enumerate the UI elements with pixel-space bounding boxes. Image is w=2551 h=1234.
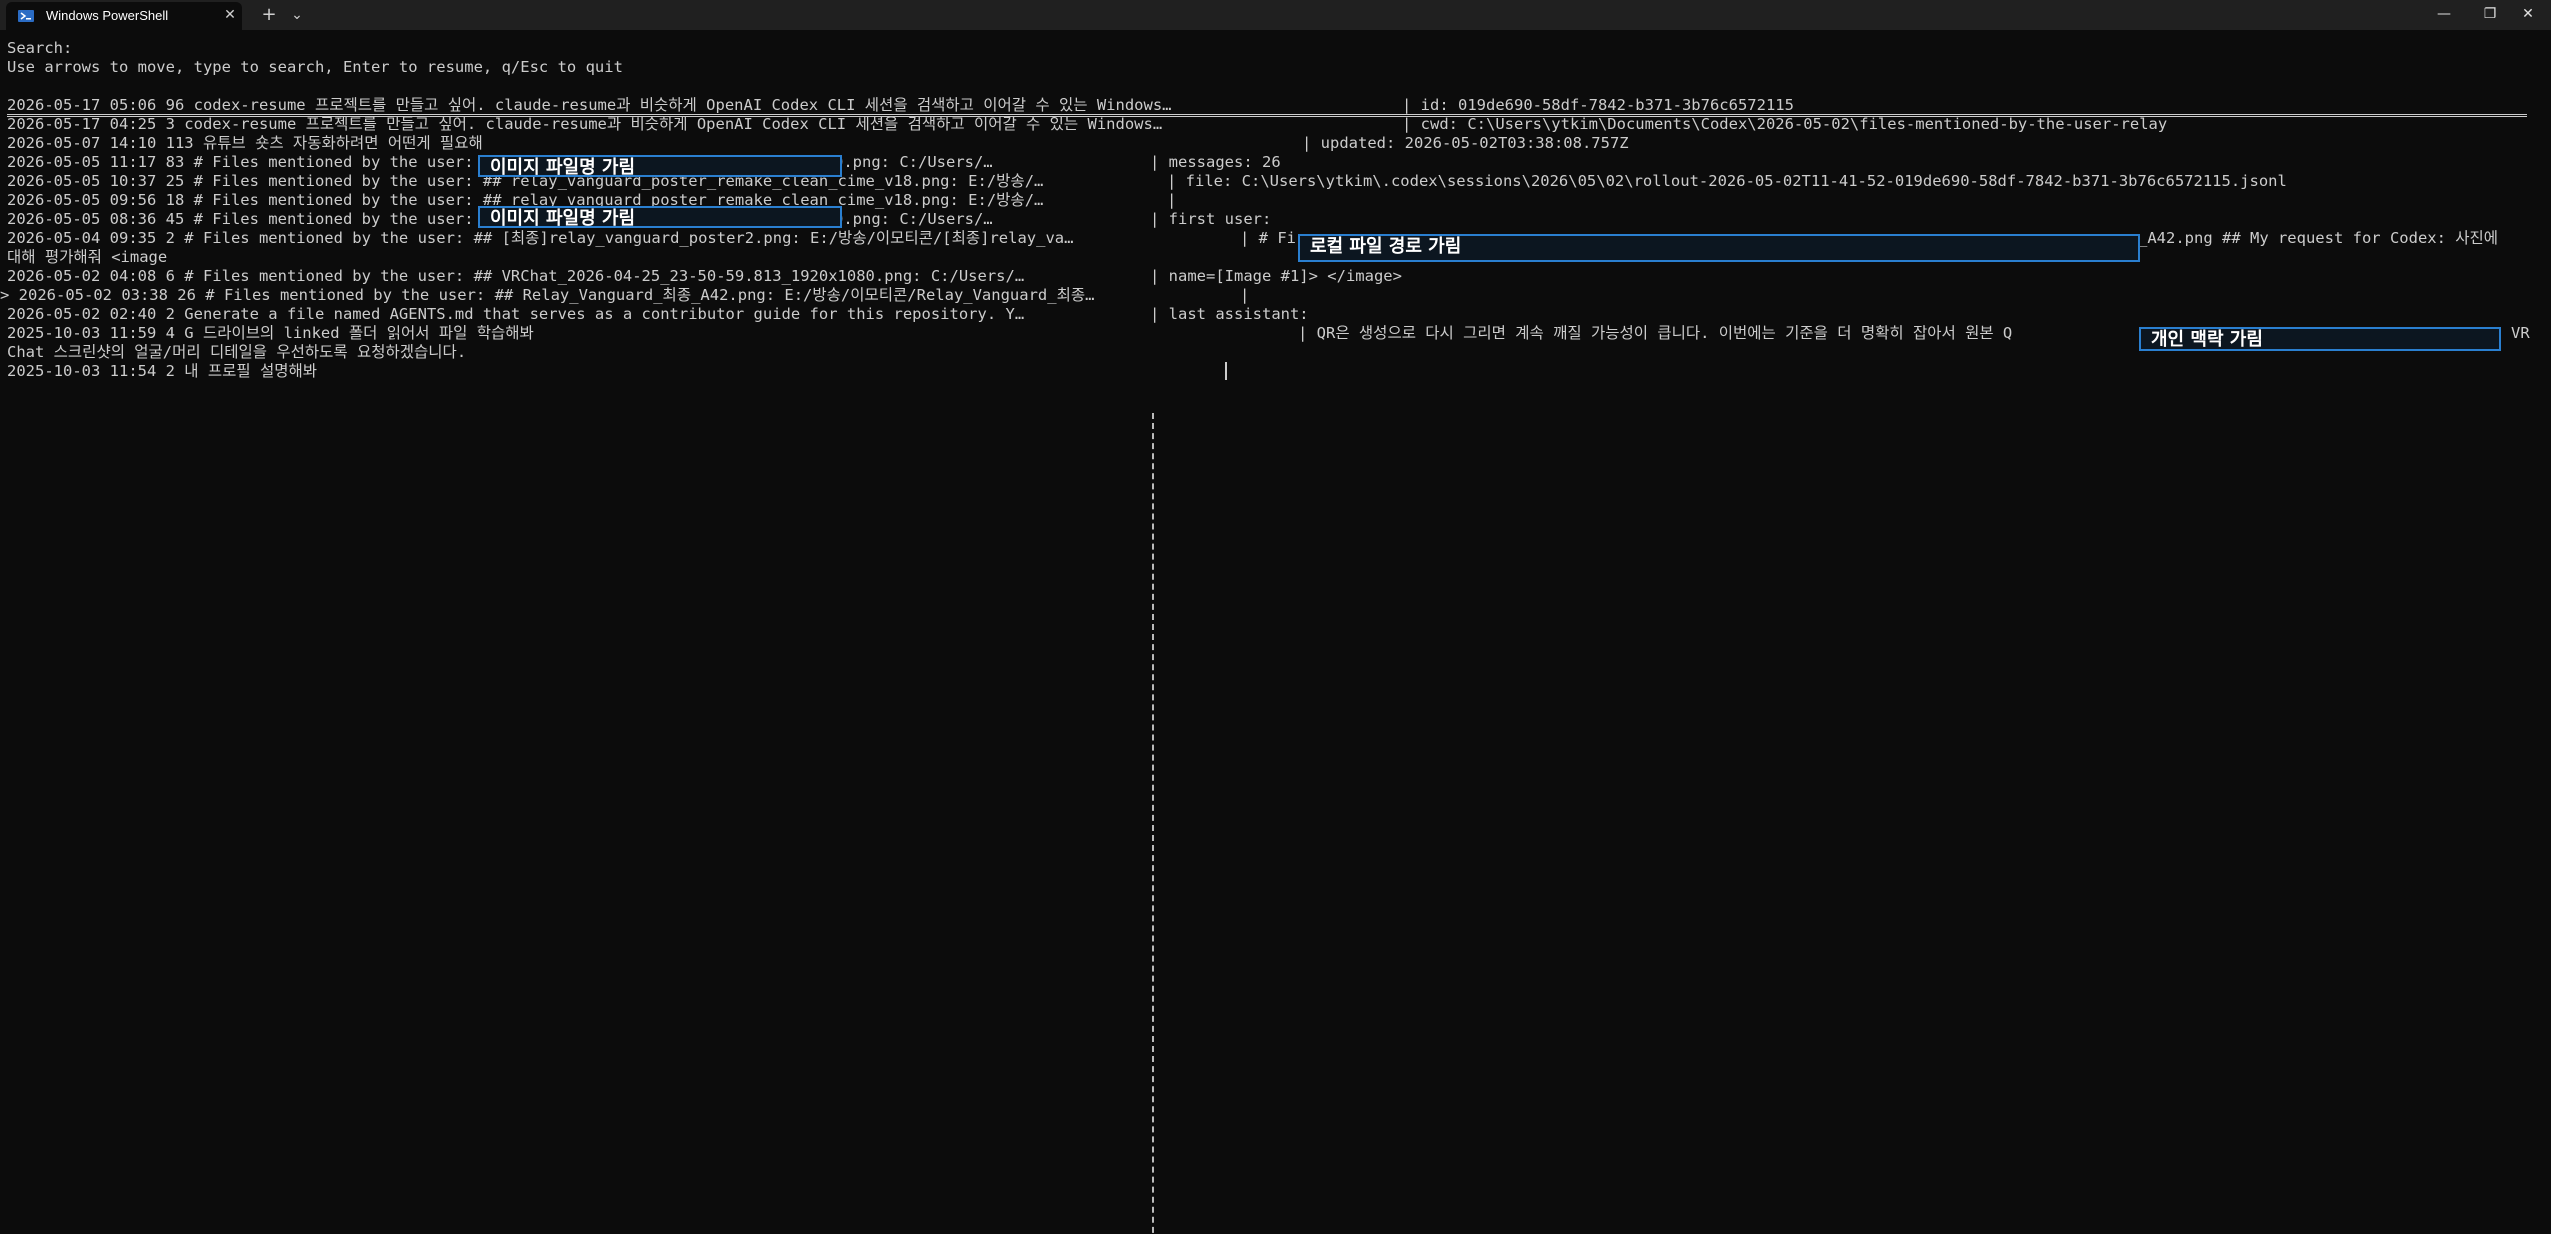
- preview-first-user-prefix: | # Fi: [1240, 229, 1296, 247]
- session-row-cont: Chat 스크린샷의 얼굴/머리 디테일을 우선하도록 요청하겠습니다.: [7, 343, 467, 361]
- session-row[interactable]: 2026-05-02 04:08 6 # Files mentioned by …: [7, 267, 1024, 286]
- preview-messages: | messages: 26: [1150, 153, 1281, 171]
- pane-divider: [1152, 413, 1154, 1234]
- session-row[interactable]: 2026-05-17 05:06 96 codex-resume 프로젝트를 만…: [7, 96, 1172, 115]
- session-row[interactable]: 2025-10-03 11:59 4 G 드라이브의 linked 폴더 읽어서…: [7, 324, 534, 343]
- preview-last-assistant-text: | QR은 생성으로 다시 그리면 계속 깨질 가능성이 큽니다. 이번에는 기…: [1298, 324, 2013, 342]
- new-tab-button[interactable]: +: [258, 4, 280, 26]
- session-row[interactable]: 2025-10-03 11:54 2 내 프로필 설명해봐: [7, 362, 317, 381]
- session-row[interactable]: 2026-05-05 08:36 45 # Files mentioned by…: [7, 210, 511, 229]
- preview-last-assistant-label: | last assistant:: [1150, 305, 1309, 323]
- preview-first-user-pipe: |: [1240, 286, 1250, 304]
- search-prompt[interactable]: Search:: [7, 39, 72, 58]
- preview-last-assistant-tail: VR: [2511, 324, 2530, 342]
- redaction-image-filename: 이미지 파일명 가림: [478, 155, 842, 177]
- redaction-personal-context: 개인 맥락 가림: [2139, 327, 2501, 351]
- session-row-tail: 0.png: C:/Users/…: [834, 210, 993, 228]
- session-row[interactable]: 2026-05-02 02:40 2 Generate a file named…: [7, 305, 1024, 324]
- preview-pipe: |: [1167, 191, 1177, 209]
- session-row[interactable]: 2026-05-17 04:25 3 codex-resume 프로젝트를 만들…: [7, 115, 1162, 134]
- chevron-down-icon[interactable]: ⌄: [286, 4, 308, 26]
- close-tab-icon[interactable]: ✕: [220, 5, 240, 25]
- minimize-button[interactable]: —: [2421, 0, 2467, 30]
- preview-cwd: | cwd: C:\Users\ytkim\Documents\Codex\20…: [1402, 115, 2168, 133]
- preview-first-user-cont: | name=[Image #1]> </image>: [1150, 267, 1402, 285]
- title-bar: Windows PowerShell ✕ + ⌄ — ❐ ✕: [0, 0, 2551, 30]
- preview-first-user-suffix: _A42.png ## My request for Codex: 사진에: [2138, 229, 2499, 247]
- redaction-local-path: 로컬 파일 경로 가림: [1298, 234, 2140, 262]
- tab-title: Windows PowerShell: [46, 8, 169, 23]
- close-window-button[interactable]: ✕: [2505, 0, 2551, 30]
- session-row[interactable]: 2026-05-04 09:35 2 # Files mentioned by …: [7, 229, 1073, 248]
- session-row-tail: 0.png: C:/Users/…: [834, 153, 993, 171]
- session-row-selected[interactable]: > 2026-05-02 03:38 26 # Files mentioned …: [0, 286, 1094, 305]
- session-row[interactable]: 2026-05-07 14:10 113 유튜브 숏츠 자동화하려면 어떤게 필…: [7, 134, 483, 153]
- text-cursor: [1225, 362, 1227, 380]
- tab-windows-powershell[interactable]: Windows PowerShell ✕: [6, 2, 242, 30]
- instructions-text: Use arrows to move, type to search, Ente…: [7, 58, 623, 76]
- powershell-icon: [18, 10, 34, 22]
- terminal[interactable]: Search: Use arrows to move, type to sear…: [0, 30, 2551, 1234]
- preview-file: | file: C:\Users\ytkim\.codex\sessions\2…: [1167, 172, 2287, 190]
- session-row-cont: 대해 평가해줘 <image: [7, 248, 168, 266]
- preview-first-user-label: | first user:: [1150, 210, 1272, 228]
- preview-id: | id: 019de690-58df-7842-b371-3b76c65721…: [1402, 96, 1794, 114]
- preview-updated: | updated: 2026-05-02T03:38:08.757Z: [1302, 134, 1629, 152]
- redaction-image-filename: 이미지 파일명 가림: [478, 206, 842, 228]
- session-row[interactable]: 2026-05-05 11:17 83 # Files mentioned by…: [7, 153, 511, 172]
